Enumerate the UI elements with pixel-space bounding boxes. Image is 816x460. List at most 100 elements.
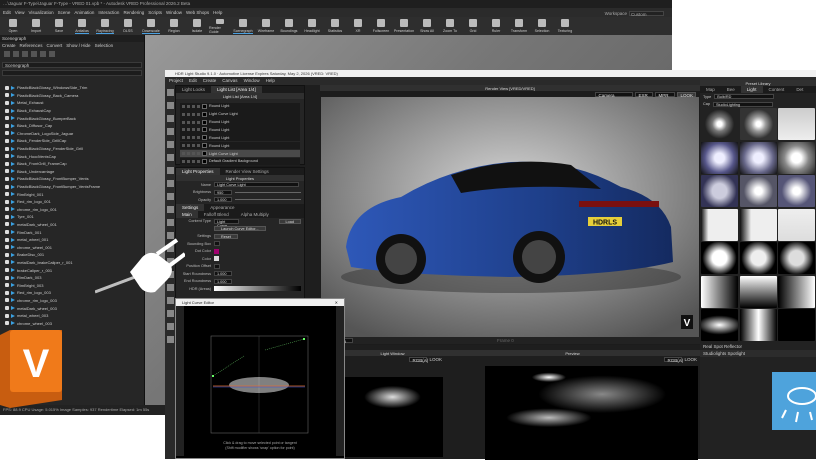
tree-node[interactable]: Metal_Exhaust bbox=[0, 99, 144, 107]
visibility-checkbox[interactable] bbox=[5, 100, 9, 105]
tool-icon[interactable] bbox=[166, 219, 174, 226]
tree-node[interactable]: PlasticBlackGlossy_Back_Camera bbox=[0, 92, 144, 100]
visibility-checkbox[interactable] bbox=[5, 199, 9, 204]
preset-thumbnail[interactable] bbox=[701, 141, 738, 174]
light-toggle-icon[interactable] bbox=[187, 104, 190, 108]
toolbar-button[interactable]: Open bbox=[2, 18, 24, 34]
scenegraph-menu-item[interactable]: Show / Hide bbox=[66, 43, 90, 49]
light-toggle-icon[interactable] bbox=[192, 144, 195, 148]
preview-look[interactable]: LOOK bbox=[684, 357, 697, 362]
light-toggle-icon[interactable] bbox=[187, 112, 190, 116]
tree-node[interactable]: RimBright_001 bbox=[0, 190, 144, 198]
toolbar-button[interactable]: Wireframe bbox=[255, 18, 277, 34]
visibility-checkbox[interactable] bbox=[5, 252, 9, 257]
preset-thumbnail[interactable] bbox=[701, 242, 738, 274]
light-list-item[interactable]: Round Light bbox=[180, 102, 300, 110]
visibility-checkbox[interactable] bbox=[5, 123, 9, 128]
tool-icon[interactable] bbox=[166, 128, 174, 135]
tree-node[interactable]: chrome_rim_logo_003 bbox=[0, 297, 144, 305]
light-toggle-icon[interactable] bbox=[182, 144, 185, 148]
tree-node[interactable]: Black_FrontGrill_FrameCap bbox=[0, 160, 144, 168]
toolbar-button[interactable]: Selection bbox=[531, 18, 553, 34]
light-toggle-icon[interactable] bbox=[197, 136, 200, 140]
toolbar-button[interactable]: Render Guide bbox=[209, 18, 231, 34]
tool-icon[interactable] bbox=[166, 167, 174, 174]
tree-node[interactable]: PlasticBlackGlossy_FrontBumper_Vents bbox=[0, 175, 144, 183]
hdrls-menu-item[interactable]: Project bbox=[169, 78, 183, 84]
light-list-item[interactable]: Default Gradient Background bbox=[180, 157, 300, 166]
tool-icon[interactable] bbox=[166, 141, 174, 148]
preset-thumbnail[interactable] bbox=[739, 175, 777, 207]
visibility-checkbox[interactable] bbox=[5, 321, 9, 326]
tree-node[interactable]: Black_Undercarriage bbox=[0, 168, 144, 176]
tab-alpha-multiply[interactable]: Alpha Multiply bbox=[235, 211, 275, 218]
light-toggle-icon[interactable] bbox=[182, 112, 185, 116]
menu-item[interactable]: Interaction bbox=[98, 10, 119, 15]
copy-icon[interactable] bbox=[22, 51, 28, 57]
render-image[interactable]: HDRLS V bbox=[321, 97, 699, 337]
tab-appearance[interactable]: Appearance bbox=[204, 204, 240, 211]
visibility-checkbox[interactable] bbox=[5, 93, 9, 98]
toolbar-button[interactable]: Save bbox=[48, 18, 70, 34]
preset-thumbnail[interactable] bbox=[778, 275, 815, 308]
toolbar-button[interactable]: Ruler bbox=[485, 18, 507, 34]
toolbar-button[interactable]: Grid bbox=[462, 18, 484, 34]
tab-light-looks[interactable]: Light Looks bbox=[176, 86, 211, 93]
toolbar-button[interactable]: Import bbox=[25, 18, 47, 34]
toolbar-button[interactable]: DLSS bbox=[117, 18, 139, 34]
hdrls-menu-item[interactable]: Edit bbox=[189, 78, 197, 84]
light-toggle-icon[interactable] bbox=[182, 159, 185, 163]
light-list-item[interactable]: Round Light bbox=[180, 126, 300, 134]
preset-thumbnail[interactable] bbox=[701, 208, 738, 241]
light-toggle-icon[interactable] bbox=[182, 128, 185, 132]
toolbar-button[interactable]: Raytracing bbox=[94, 18, 116, 34]
light-toggle-icon[interactable] bbox=[192, 128, 195, 132]
tree-node[interactable]: Tyre_001 bbox=[0, 213, 144, 221]
preset-thumbnail[interactable] bbox=[778, 108, 815, 140]
visibility-checkbox[interactable] bbox=[5, 245, 9, 250]
tree-node[interactable]: PlasticBlackGlossy_FenderSide_Grill bbox=[0, 145, 144, 153]
light-list-item[interactable]: Light Curve Light bbox=[180, 110, 300, 118]
visibility-checkbox[interactable] bbox=[5, 85, 9, 90]
toolbar-button[interactable]: Texturing bbox=[554, 18, 576, 34]
tool-icon[interactable] bbox=[166, 102, 174, 109]
visibility-checkbox[interactable] bbox=[5, 306, 9, 311]
menu-item[interactable]: View bbox=[15, 10, 25, 15]
toolbar-button[interactable]: Downscale bbox=[140, 18, 162, 34]
visibility-checkbox[interactable] bbox=[5, 131, 9, 136]
reset-button[interactable]: Reset bbox=[214, 233, 238, 239]
toolbar-button[interactable]: Statistics bbox=[324, 18, 346, 34]
tree-node[interactable]: Red_rim_logo_001 bbox=[0, 198, 144, 206]
toolbar-button[interactable]: Zoom To bbox=[439, 18, 461, 34]
preset-thumbnail[interactable] bbox=[778, 141, 815, 174]
visibility-checkbox[interactable] bbox=[5, 161, 9, 166]
tool-icon[interactable] bbox=[166, 180, 174, 187]
light-toggle-icon[interactable] bbox=[182, 104, 185, 108]
tree-node[interactable]: PlasticBlackGlossy_BumperBack bbox=[0, 114, 144, 122]
scenegraph-search[interactable] bbox=[2, 70, 142, 76]
preset-tab[interactable]: Det bbox=[790, 86, 809, 93]
visibility-icon[interactable] bbox=[49, 51, 55, 57]
preset-thumbnail[interactable] bbox=[701, 175, 738, 207]
opacity-slider[interactable] bbox=[235, 199, 301, 201]
tree-node[interactable]: PlasticBlackGlossy_FrontBumper_VentsFram… bbox=[0, 183, 144, 191]
visibility-checkbox[interactable] bbox=[5, 176, 9, 181]
tool-icon[interactable] bbox=[166, 310, 174, 317]
bounding-box-checkbox[interactable] bbox=[214, 241, 220, 247]
scenegraph-menu-item[interactable]: Create bbox=[2, 43, 16, 49]
tab-falloff-blend[interactable]: Falloff Blend bbox=[198, 211, 235, 218]
preset-thumbnail[interactable] bbox=[778, 309, 815, 341]
tab-light-properties[interactable]: Light Properties bbox=[176, 168, 220, 175]
menu-item[interactable]: Window bbox=[166, 10, 182, 15]
transform-icon[interactable] bbox=[40, 51, 46, 57]
preset-tab[interactable]: Content bbox=[763, 86, 791, 93]
preset-thumbnail[interactable] bbox=[739, 108, 777, 140]
light-toggle-icon[interactable] bbox=[192, 152, 195, 156]
visibility-checkbox[interactable] bbox=[5, 313, 9, 318]
preset-thumbnail[interactable] bbox=[739, 141, 777, 174]
light-list-item[interactable]: Round Light bbox=[180, 118, 300, 126]
tree-node[interactable]: metalDark_wheel_001 bbox=[0, 221, 144, 229]
toolbar-button[interactable]: Transform bbox=[508, 18, 530, 34]
light-toggle-icon[interactable] bbox=[187, 159, 190, 163]
tool-icon[interactable] bbox=[166, 297, 174, 304]
